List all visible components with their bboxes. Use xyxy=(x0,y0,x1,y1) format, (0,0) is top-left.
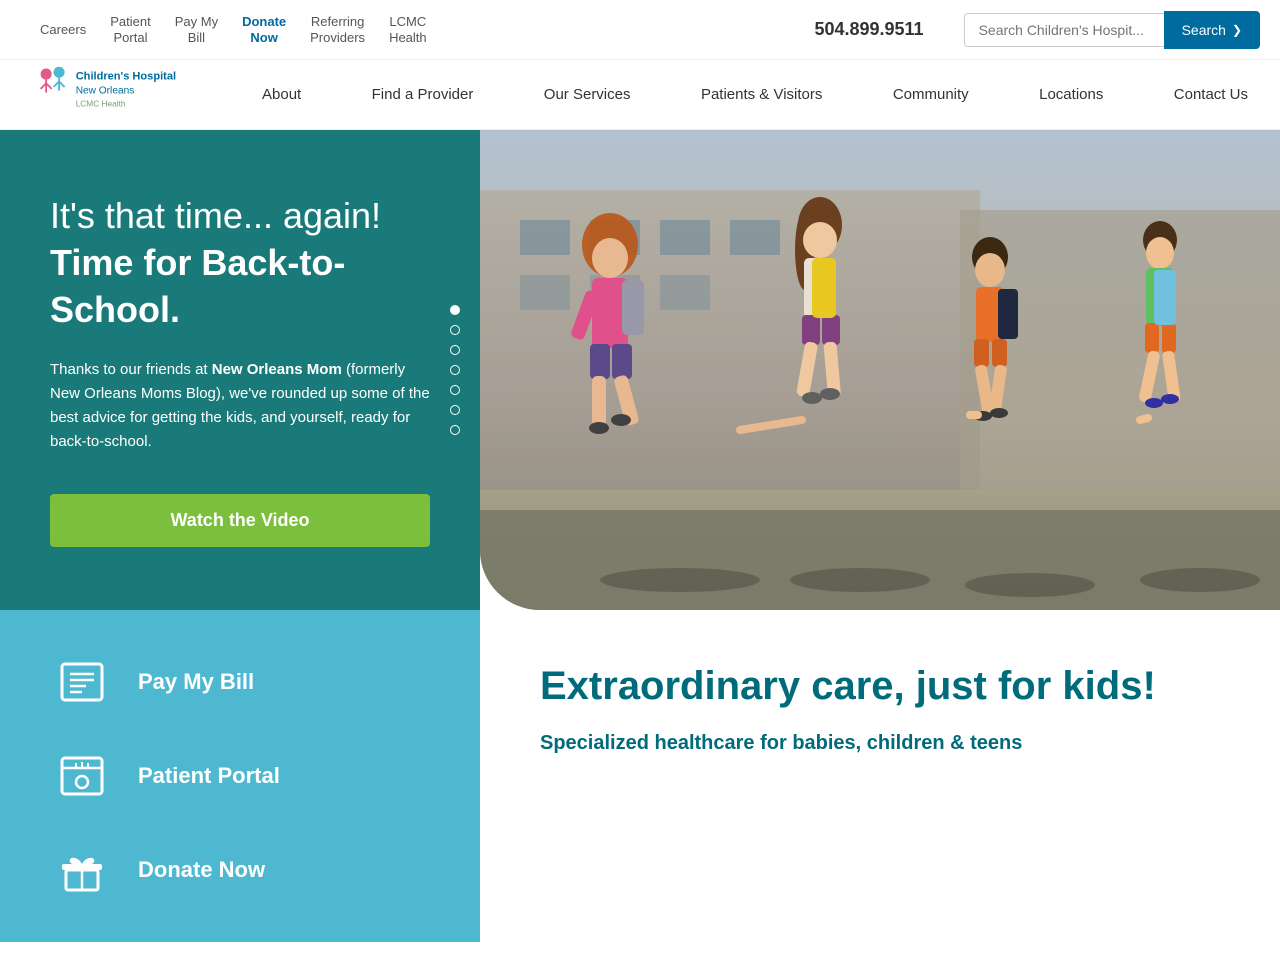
patient-portal-card[interactable]: Patient Portal xyxy=(50,744,430,808)
hero-body: Thanks to our friends at New Orleans Mom… xyxy=(50,358,430,454)
topbar-donate-now[interactable]: Donate Now xyxy=(242,14,286,45)
slider-dots xyxy=(450,305,460,435)
bottom-section: Pay My Bill Patient Portal xyxy=(0,610,1280,942)
svg-text:LCMC Health: LCMC Health xyxy=(76,98,126,108)
nav-locations[interactable]: Locations xyxy=(1027,60,1115,130)
hero-title-normal: It's that time... again! xyxy=(50,195,381,236)
hero-body-prefix: Thanks to our friends at xyxy=(50,361,212,378)
svg-text:Children's Hospital: Children's Hospital xyxy=(76,70,176,82)
pay-bill-card[interactable]: Pay My Bill xyxy=(50,650,430,714)
hero-left: It's that time... again! Time for Back-t… xyxy=(0,130,480,610)
topbar-referring-providers[interactable]: Referring Providers xyxy=(310,14,365,45)
nav-bar: Children's Hospital New Orleans LCMC Hea… xyxy=(0,60,1280,130)
hero-title-bold: Time for Back-to-School. xyxy=(50,242,345,330)
extraordinary-subtitle: Specialized healthcare for babies, child… xyxy=(540,732,1220,755)
watch-video-button[interactable]: Watch the Video xyxy=(50,494,430,547)
topbar-patient-portal[interactable]: Patient Portal xyxy=(110,14,150,45)
slider-dot-5[interactable] xyxy=(450,385,460,395)
bottom-left: Pay My Bill Patient Portal xyxy=(0,610,480,942)
donate-now-card[interactable]: Donate Now xyxy=(50,838,430,902)
slider-dot-6[interactable] xyxy=(450,405,460,415)
gift-icon xyxy=(50,838,114,902)
slider-dot-3[interactable] xyxy=(450,345,460,355)
nav-about[interactable]: About xyxy=(250,60,313,130)
bottom-right: Extraordinary care, just for kids! Speci… xyxy=(480,610,1280,942)
hero-section: It's that time... again! Time for Back-t… xyxy=(0,130,1280,610)
slider-dot-2[interactable] xyxy=(450,325,460,335)
nav-patients-visitors[interactable]: Patients & Visitors xyxy=(689,60,834,130)
pay-bill-label: Pay My Bill xyxy=(138,669,254,695)
hero-right xyxy=(480,130,1280,610)
nav-community[interactable]: Community xyxy=(881,60,981,130)
donate-now-label: Donate Now xyxy=(138,857,265,883)
phone-number: 504.899.9511 xyxy=(814,19,923,40)
hero-title: It's that time... again! Time for Back-t… xyxy=(50,193,430,333)
topbar-pay-my-bill[interactable]: Pay My Bill xyxy=(175,14,218,45)
search-bar: Search ❯ xyxy=(964,11,1260,49)
hero-body-brand: New Orleans Mom xyxy=(212,361,342,378)
search-label: Search xyxy=(1182,22,1226,38)
top-bar-links: Careers Patient Portal Pay My Bill Donat… xyxy=(40,14,794,45)
patient-portal-label: Patient Portal xyxy=(138,763,280,789)
nav-contact-us[interactable]: Contact Us xyxy=(1162,60,1260,130)
search-input[interactable] xyxy=(964,13,1164,47)
slider-dot-4[interactable] xyxy=(450,365,460,375)
nav-find-provider[interactable]: Find a Provider xyxy=(360,60,486,130)
portal-icon xyxy=(50,744,114,808)
bill-icon xyxy=(50,650,114,714)
search-button[interactable]: Search ❯ xyxy=(1164,11,1260,49)
svg-text:New Orleans: New Orleans xyxy=(76,85,135,96)
topbar-lcmc-health[interactable]: LCMC Health xyxy=(389,14,427,45)
top-bar: Careers Patient Portal Pay My Bill Donat… xyxy=(0,0,1280,60)
extraordinary-title: Extraordinary care, just for kids! xyxy=(540,660,1220,712)
slider-dot-7[interactable] xyxy=(450,425,460,435)
topbar-careers[interactable]: Careers xyxy=(40,22,86,38)
hero-image xyxy=(480,130,1280,610)
main-nav: About Find a Provider Our Services Patie… xyxy=(250,60,1260,130)
logo[interactable]: Children's Hospital New Orleans LCMC Hea… xyxy=(20,63,220,127)
nav-our-services[interactable]: Our Services xyxy=(532,60,643,130)
chevron-right-icon: ❯ xyxy=(1232,23,1242,37)
slider-dot-1[interactable] xyxy=(450,305,460,315)
